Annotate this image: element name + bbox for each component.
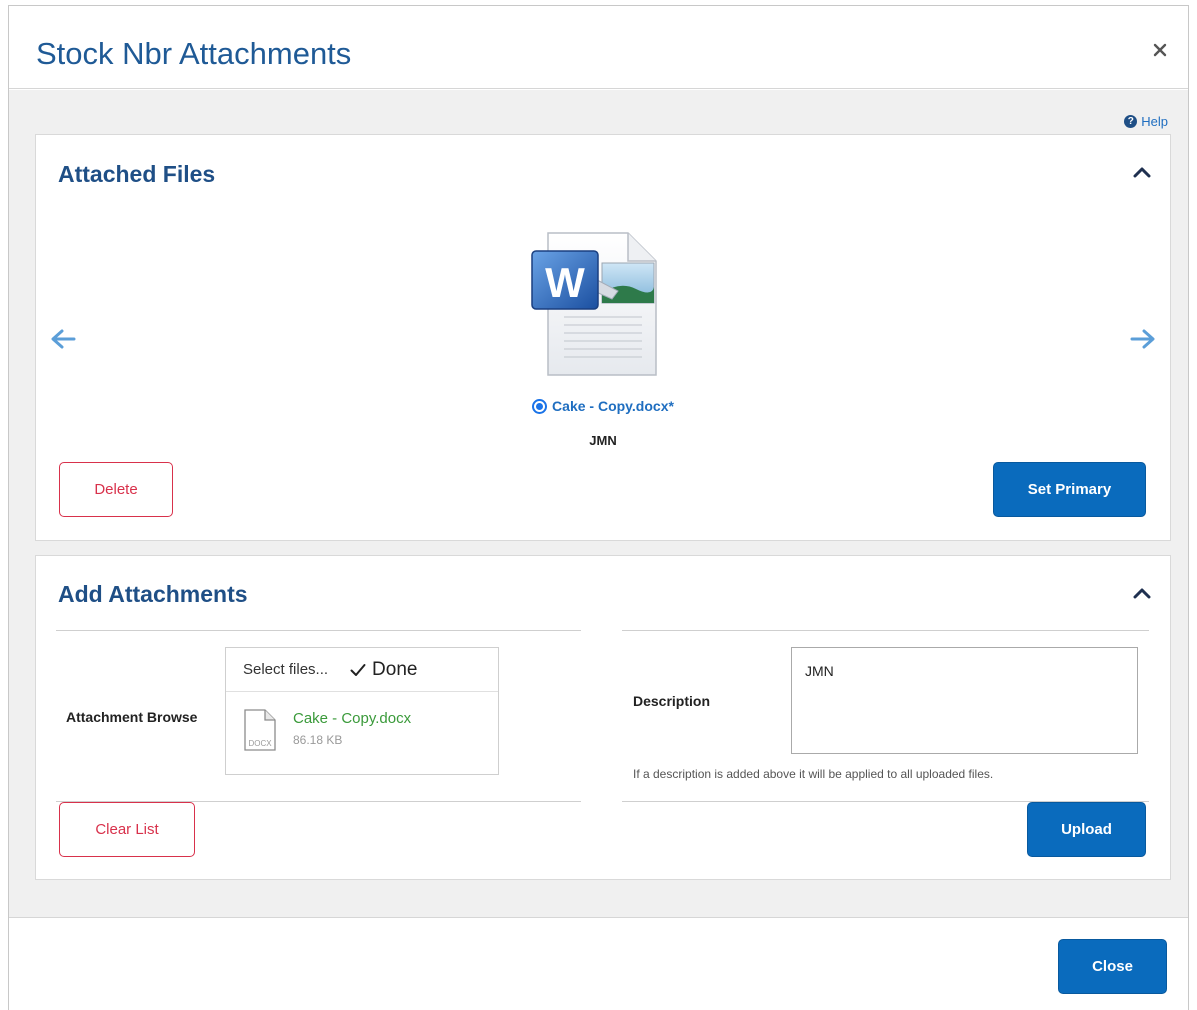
- divider: [56, 630, 581, 631]
- checkmark-icon: [350, 663, 366, 676]
- svg-text:W: W: [545, 259, 585, 306]
- upload-file-size: 86.18 KB: [293, 733, 343, 747]
- modal-footer: Close: [9, 917, 1188, 1010]
- attached-files-panel: Attached Files W Cake - Copy.docx* JMN D…: [35, 134, 1171, 541]
- close-icon[interactable]: [1152, 42, 1168, 58]
- add-attachments-title: Add Attachments: [58, 581, 248, 607]
- file-upload-widget: Select files... Done DOCX Cake - Copy.do…: [225, 647, 499, 775]
- set-primary-button[interactable]: Set Primary: [993, 462, 1146, 517]
- add-attachments-panel: Add Attachments Attachment Browse Select…: [35, 555, 1171, 880]
- word-document-icon[interactable]: W: [524, 229, 666, 379]
- clear-list-button[interactable]: Clear List: [59, 802, 195, 857]
- modal-body: ? Help Attached Files W Cake - Copy.docx…: [9, 90, 1188, 917]
- help-link[interactable]: ? Help: [1124, 114, 1168, 129]
- divider: [622, 630, 1149, 631]
- description-hint: If a description is added above it will …: [633, 767, 994, 781]
- svg-text:DOCX: DOCX: [248, 739, 272, 748]
- attached-files-title: Attached Files: [58, 161, 216, 187]
- help-label: Help: [1141, 114, 1168, 129]
- upload-button[interactable]: Upload: [1027, 802, 1146, 857]
- attachments-modal: Stock Nbr Attachments ? Help Attached Fi…: [8, 5, 1189, 1010]
- arrow-right-icon[interactable]: [1130, 328, 1156, 350]
- attached-file-description: JMN: [589, 433, 617, 448]
- primary-file-radio[interactable]: [532, 398, 548, 414]
- help-circle-icon: ?: [1124, 115, 1138, 128]
- done-label: Done: [372, 658, 418, 680]
- description-field[interactable]: JMN: [791, 647, 1138, 754]
- attached-file-caption: Cake - Copy.docx*: [36, 398, 1170, 414]
- attached-file-name[interactable]: Cake - Copy.docx*: [552, 398, 674, 414]
- upload-toolbar: Select files... Done: [226, 648, 498, 692]
- description-label: Description: [633, 693, 711, 709]
- select-files-button[interactable]: Select files...: [243, 661, 328, 678]
- modal-title: Stock Nbr Attachments: [36, 36, 352, 71]
- document-file-icon: DOCX: [244, 709, 276, 751]
- close-button[interactable]: Close: [1058, 939, 1167, 994]
- arrow-left-icon[interactable]: [50, 328, 76, 350]
- done-button[interactable]: Done: [350, 659, 417, 681]
- chevron-up-icon[interactable]: [1132, 586, 1152, 600]
- attachment-browse-label: Attachment Browse: [66, 709, 198, 725]
- chevron-up-icon[interactable]: [1132, 165, 1152, 179]
- upload-file-name: Cake - Copy.docx: [293, 710, 412, 727]
- upload-file-item: DOCX Cake - Copy.docx 86.18 KB: [226, 692, 498, 774]
- modal-header: Stock Nbr Attachments: [9, 6, 1188, 89]
- delete-button[interactable]: Delete: [59, 462, 173, 517]
